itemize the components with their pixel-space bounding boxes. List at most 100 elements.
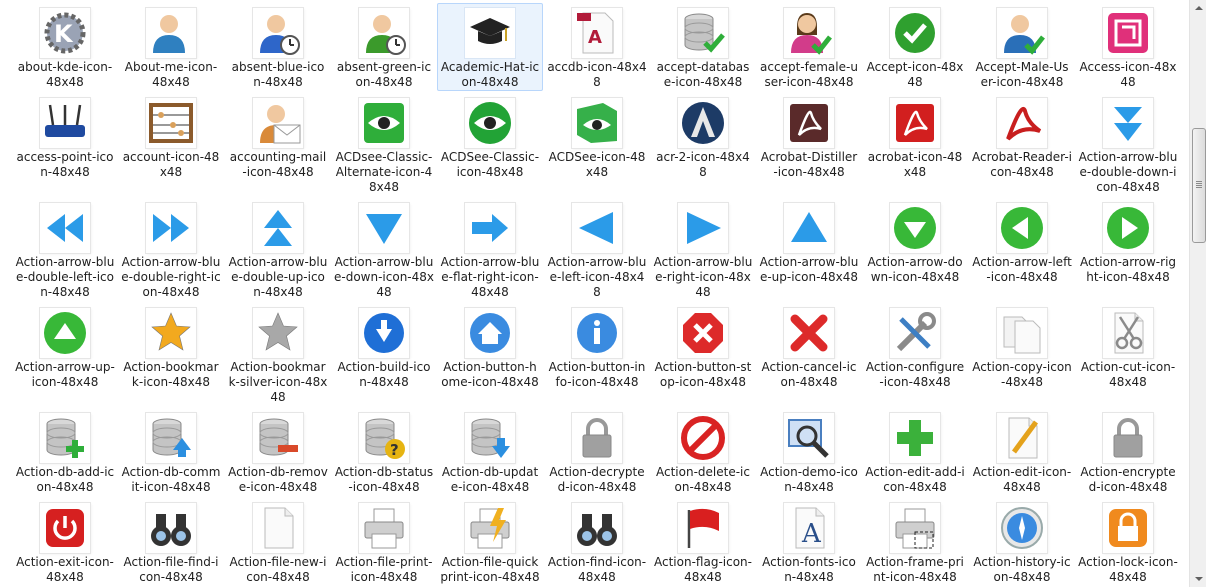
file-item[interactable]: account-icon-48x48: [118, 93, 224, 196]
file-item[interactable]: Action-file-quickprint-icon-48x48: [437, 498, 543, 587]
file-item[interactable]: accept-female-user-icon-48x48: [756, 3, 862, 91]
file-item[interactable]: Action-arrow-blue-flat-right-icon-48x48: [437, 198, 543, 301]
file-item[interactable]: accept-database-icon-48x48: [650, 3, 756, 91]
scissors-page-icon: [1103, 308, 1153, 358]
file-item[interactable]: Action-lock-icon-48x48: [1075, 498, 1181, 587]
file-item[interactable]: Action-find-icon-48x48: [544, 498, 650, 587]
pencil-page-icon: [997, 413, 1047, 463]
file-item[interactable]: Action-bookmark-silver-icon-48x48: [225, 303, 331, 406]
file-item[interactable]: Accept-Male-User-icon-48x48: [969, 3, 1075, 91]
file-item[interactable]: Action-arrow-blue-double-left-icon-48x48: [12, 198, 118, 301]
file-item[interactable]: Action-encrypted-icon-48x48: [1075, 408, 1181, 496]
user-clock-icon: [253, 8, 303, 58]
arrow-right-icon: [678, 203, 728, 253]
file-item[interactable]: Action-arrow-blue-down-icon-48x48: [331, 198, 437, 301]
scroll-up-arrow-icon[interactable]: [1190, 0, 1206, 17]
file-item[interactable]: acrobat-icon-48x48: [862, 93, 968, 196]
file-item[interactable]: access-point-icon-48x48: [12, 93, 118, 196]
file-item[interactable]: Action-arrow-blue-double-up-icon-48x48: [225, 198, 331, 301]
file-item[interactable]: A Action-fonts-icon-48x48: [756, 498, 862, 587]
arrow-double-right-icon: [146, 203, 196, 253]
file-name-label: Action-file-quickprint-icon-48x48: [440, 555, 540, 584]
file-item[interactable]: Action-copy-icon-48x48: [969, 303, 1075, 406]
file-item[interactable]: About-me-icon-48x48: [118, 3, 224, 91]
file-item[interactable]: Action-arrow-left-icon-48x48: [969, 198, 1075, 301]
file-item[interactable]: acr-2-icon-48x48: [650, 93, 756, 196]
file-name-label: Access-icon-48x48: [1079, 60, 1177, 89]
file-item[interactable]: Action-arrow-down-icon-48x48: [862, 198, 968, 301]
file-item[interactable]: Action-arrow-blue-left-icon-48x48: [544, 198, 650, 301]
file-item[interactable]: Aaccdb-icon-48x48: [544, 3, 650, 91]
file-item[interactable]: Action-db-remove-icon-48x48: [225, 408, 331, 496]
file-item[interactable]: ACDSee-icon-48x48: [544, 93, 650, 196]
file-name-label: Action-db-remove-icon-48x48: [228, 465, 328, 494]
file-name-label: Action-arrow-blue-flat-right-icon-48x48: [440, 255, 540, 299]
file-item[interactable]: Action-db-commit-icon-48x48: [118, 408, 224, 496]
database-add-icon: [40, 413, 90, 463]
file-item[interactable]: Action-cut-icon-48x48: [1075, 303, 1181, 406]
female-user-check-icon: [784, 8, 834, 58]
file-item[interactable]: Action-arrow-blue-up-icon-48x48: [756, 198, 862, 301]
circle-download-icon: [359, 308, 409, 358]
file-name-label: Action-exit-icon-48x48: [16, 555, 114, 584]
file-name-label: Acrobat-Distiller-icon-48x48: [760, 150, 858, 179]
file-item[interactable]: Action-history-icon-48x48: [969, 498, 1075, 587]
file-item[interactable]: Action-edit-add-icon-48x48: [862, 408, 968, 496]
file-item[interactable]: Action-configure-icon-48x48: [862, 303, 968, 406]
file-item[interactable]: Action-build-icon-48x48: [331, 303, 437, 406]
scrollbar-thumb[interactable]: [1192, 128, 1206, 243]
file-item[interactable]: Action-demo-icon-48x48: [756, 408, 862, 496]
file-item[interactable]: Action-button-home-icon-48x48: [437, 303, 543, 406]
file-item[interactable]: Acrobat-Distiller-icon-48x48: [756, 93, 862, 196]
file-item[interactable]: Action-arrow-blue-right-icon-48x48: [650, 198, 756, 301]
file-name-label: Action-arrow-blue-down-icon-48x48: [334, 255, 435, 299]
file-item[interactable]: Action-edit-icon-48x48: [969, 408, 1075, 496]
file-item[interactable]: Action-file-new-icon-48x48: [225, 498, 331, 587]
file-name-label: Action-arrow-blue-right-icon-48x48: [653, 255, 753, 299]
file-item[interactable]: ? Action-db-status-icon-48x48: [331, 408, 437, 496]
file-item[interactable]: Action-cancel-icon-48x48: [756, 303, 862, 406]
file-name-label: acrobat-icon-48x48: [867, 150, 963, 179]
red-flag-icon: [678, 503, 728, 553]
file-item[interactable]: Action-exit-icon-48x48: [12, 498, 118, 587]
file-item[interactable]: Action-arrow-blue-double-right-icon-48x4…: [118, 198, 224, 301]
file-item[interactable]: Action-delete-icon-48x48: [650, 408, 756, 496]
file-item[interactable]: Action-file-print-icon-48x48: [331, 498, 437, 587]
file-item[interactable]: Action-arrow-up-icon-48x48: [12, 303, 118, 406]
file-name-label: Action-db-update-icon-48x48: [441, 465, 539, 494]
file-item[interactable]: Access-icon-48x48: [1075, 3, 1181, 91]
file-item[interactable]: Acrobat-Reader-icon-48x48: [969, 93, 1075, 196]
file-item[interactable]: Academic-Hat-icon-48x48: [437, 3, 543, 91]
file-item[interactable]: Action-decrypted-icon-48x48: [544, 408, 650, 496]
file-item[interactable]: Action-button-stop-icon-48x48: [650, 303, 756, 406]
scroll-down-arrow-icon[interactable]: [1190, 570, 1206, 587]
file-item[interactable]: Kabout-kde-icon-48x48: [12, 3, 118, 91]
file-item[interactable]: Action-bookmark-icon-48x48: [118, 303, 224, 406]
file-item[interactable]: Action-arrow-blue-double-down-icon-48x48: [1075, 93, 1181, 196]
file-item[interactable]: Action-frame-print-icon-48x48: [862, 498, 968, 587]
file-item[interactable]: Action-arrow-right-icon-48x48: [1075, 198, 1181, 301]
file-name-label: Acrobat-Reader-icon-48x48: [972, 150, 1072, 179]
vertical-scrollbar[interactable]: [1189, 0, 1206, 587]
file-item[interactable]: ACDsee-Classic-Alternate-icon-48x48: [331, 93, 437, 196]
arrow-flat-right-icon: [465, 203, 515, 253]
file-item[interactable]: Action-button-info-icon-48x48: [544, 303, 650, 406]
file-item[interactable]: ACDSee-Classic-icon-48x48: [437, 93, 543, 196]
arrow-down-icon: [359, 203, 409, 253]
database-question-icon: ?: [359, 413, 409, 463]
arrow-left-icon: [572, 203, 622, 253]
file-item[interactable]: Action-file-find-icon-48x48: [118, 498, 224, 587]
access-file-icon: A: [572, 8, 622, 58]
file-item[interactable]: Accept-icon-48x48: [862, 3, 968, 91]
file-item[interactable]: Action-flag-icon-48x48: [650, 498, 756, 587]
file-item[interactable]: accounting-mail-icon-48x48: [225, 93, 331, 196]
check-circle-icon: [890, 8, 940, 58]
file-item[interactable]: Action-db-update-icon-48x48: [437, 408, 543, 496]
file-name-label: Action-demo-icon-48x48: [760, 465, 858, 494]
user-icon: [146, 8, 196, 58]
file-name-label: Action-decrypted-icon-48x48: [549, 465, 645, 494]
file-name-label: Action-file-find-icon-48x48: [123, 555, 219, 584]
file-item[interactable]: absent-green-icon-48x48: [331, 3, 437, 91]
file-item[interactable]: absent-blue-icon-48x48: [225, 3, 331, 91]
file-item[interactable]: Action-db-add-icon-48x48: [12, 408, 118, 496]
